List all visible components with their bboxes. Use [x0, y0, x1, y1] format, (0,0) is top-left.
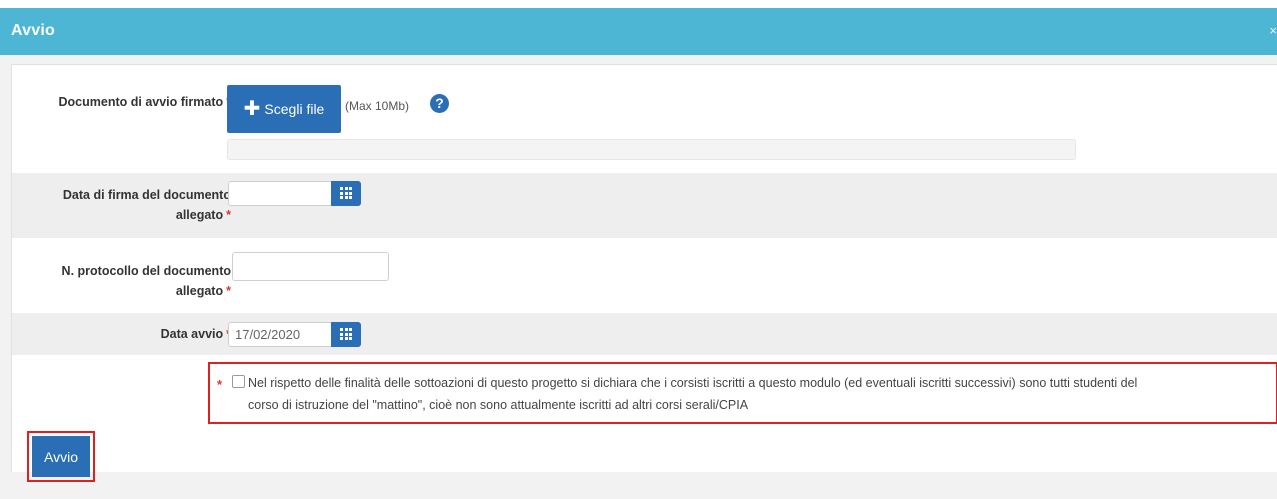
calendar-icon[interactable]	[331, 181, 361, 206]
required-mark: *	[217, 377, 223, 392]
data-firma-input[interactable]	[228, 181, 331, 206]
submit-highlight-box: Avvio	[27, 431, 95, 482]
question-circle-icon[interactable]: ?	[430, 94, 449, 113]
choose-file-button[interactable]: ✚ Scegli file	[227, 85, 341, 133]
required-mark: *	[226, 208, 231, 222]
declaration-text: Nel rispetto delle finalità delle sottoa…	[248, 376, 1138, 412]
plus-icon: ✚	[243, 98, 261, 120]
protocollo-label: N. protocollo del documento allegato *	[61, 264, 231, 298]
data-firma-label: Data di firma del documento allegato *	[62, 188, 231, 222]
protocollo-input[interactable]	[232, 252, 389, 281]
required-mark: *	[226, 284, 231, 298]
data-avvio-label: Data avvio*	[161, 324, 231, 344]
top-strip	[0, 0, 1277, 8]
upload-progress-bar	[227, 139, 1076, 160]
calendar-icon[interactable]	[331, 322, 361, 347]
row-data-firma: Data di firma del documento allegato *	[12, 173, 1277, 238]
row-documento: Documento di avvio firmato* ✚ Scegli fil…	[12, 65, 1277, 173]
form-panel: Documento di avvio firmato* ✚ Scegli fil…	[11, 64, 1277, 482]
declaration-checkbox[interactable]	[232, 375, 245, 388]
choose-file-label: Scegli file	[264, 101, 325, 117]
data-avvio-input[interactable]	[228, 322, 331, 347]
row-protocollo: N. protocollo del documento allegato *	[12, 238, 1277, 313]
documento-label: Documento di avvio firmato*	[59, 92, 231, 112]
close-icon[interactable]: ×	[1269, 23, 1277, 38]
max-size-note: (Max 10Mb)	[345, 99, 410, 113]
modal-title: Avvio	[11, 22, 55, 39]
row-data-avvio: Data avvio*	[12, 313, 1277, 355]
avvio-button[interactable]: Avvio	[32, 436, 90, 477]
modal-header: Avvio ×	[0, 8, 1277, 55]
